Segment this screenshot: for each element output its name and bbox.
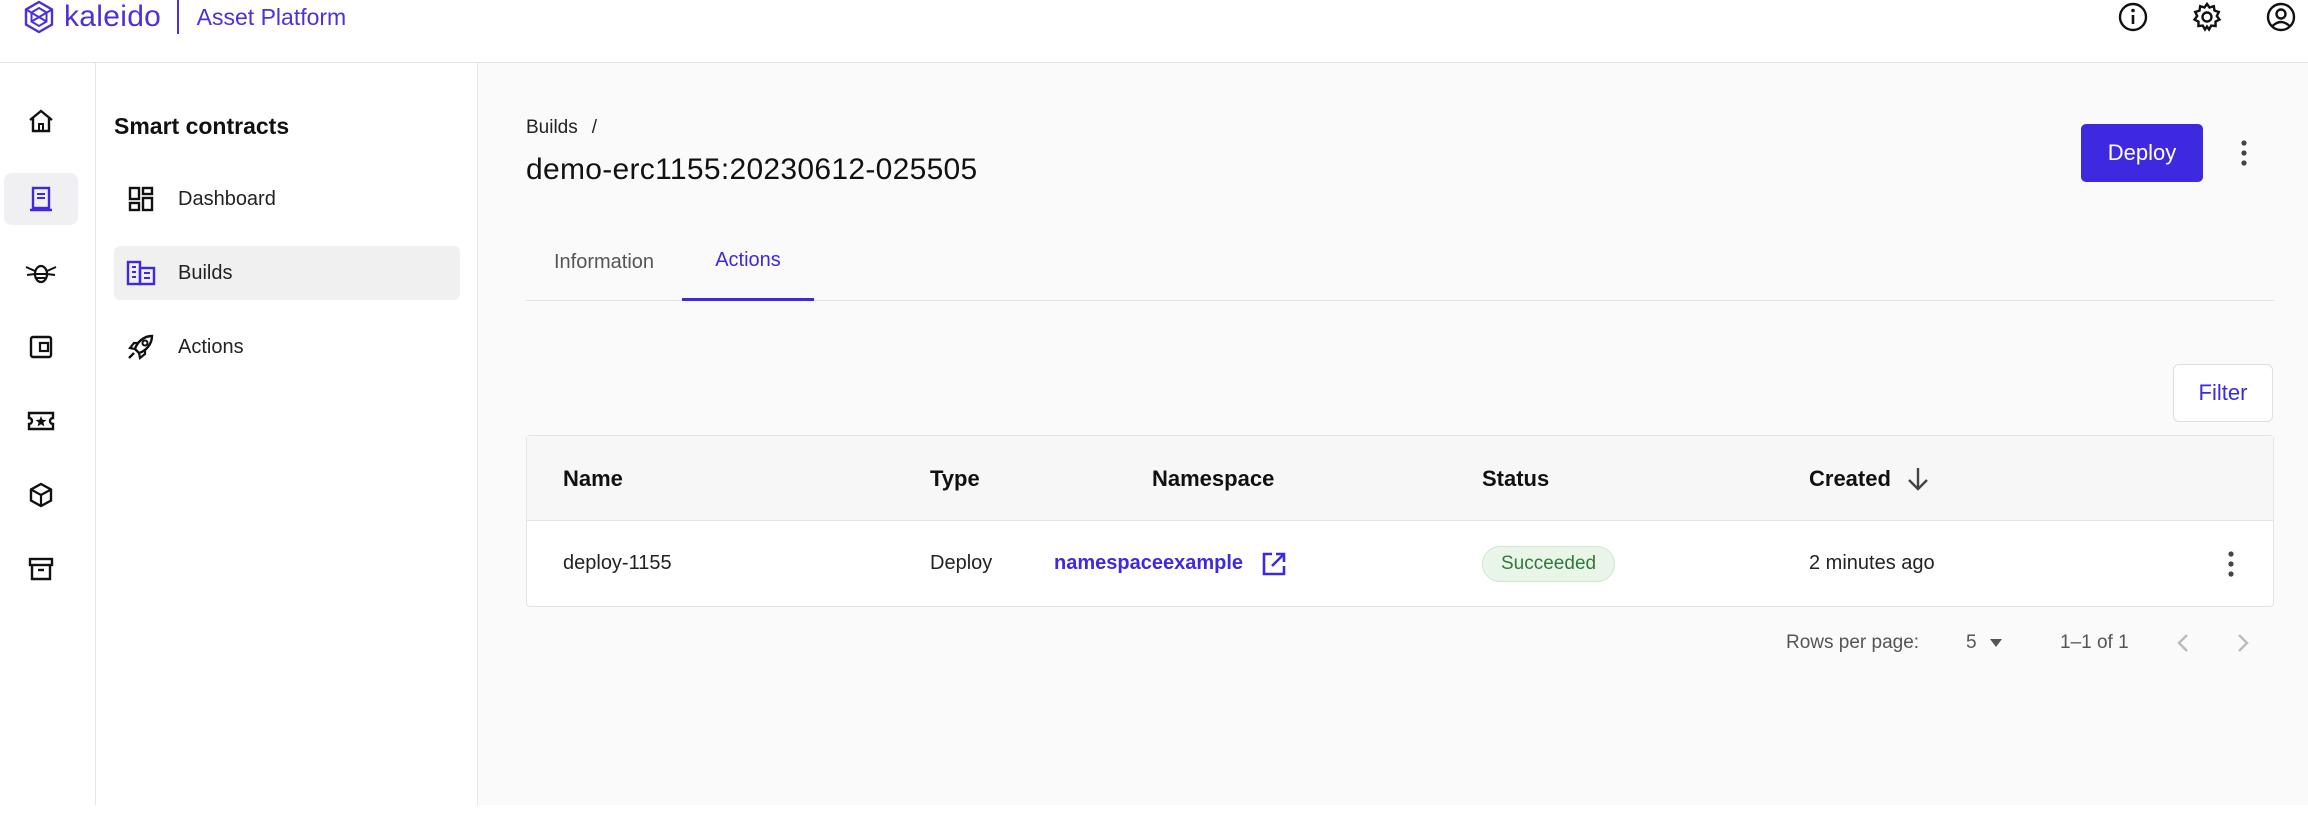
previous-page-button[interactable] xyxy=(2174,623,2194,663)
rail-tokens[interactable] xyxy=(4,395,78,447)
logo[interactable]: kaleido Asset Platform xyxy=(22,0,346,34)
actions-table: Name Type Namespace Status Created deplo… xyxy=(526,435,2274,607)
rows-per-page-label: Rows per page: xyxy=(1786,632,1920,653)
sort-descending-icon xyxy=(1908,467,1928,491)
cell-created: 2 minutes ago xyxy=(1809,552,1935,574)
column-header-created[interactable]: Created xyxy=(1809,436,1931,521)
rail-smart-contracts[interactable] xyxy=(4,173,78,225)
sidenav-title: Smart contracts xyxy=(114,113,290,139)
chevron-left-icon xyxy=(2177,634,2188,652)
info-icon[interactable] xyxy=(2116,0,2150,34)
chevron-right-icon xyxy=(2238,634,2249,652)
archive-icon xyxy=(28,557,54,581)
column-header-namespace[interactable]: Namespace xyxy=(1152,436,1274,521)
cell-status: Succeeded xyxy=(1482,521,1616,606)
rail-wallets[interactable] xyxy=(4,321,78,373)
kaleido-logo-icon xyxy=(24,0,54,34)
table-row[interactable]: deploy-1155 Deploy namespaceexample Succ… xyxy=(527,521,2273,606)
tab-actions[interactable]: Actions xyxy=(682,223,814,301)
breadcrumb: Builds / xyxy=(526,117,597,139)
external-link-icon[interactable] xyxy=(1259,549,1289,579)
column-header-name[interactable]: Name xyxy=(563,436,623,521)
rail-hive[interactable] xyxy=(4,247,78,299)
main-content: Builds / demo-erc1155:20230612-025505 De… xyxy=(478,63,2308,805)
deploy-button[interactable]: Deploy xyxy=(2081,124,2203,182)
next-page-button[interactable] xyxy=(2232,623,2252,663)
tabs: Information Actions xyxy=(526,223,2274,301)
sidenav-item-label: Dashboard xyxy=(178,187,276,210)
cell-type: Deploy xyxy=(930,552,993,574)
caret-down-icon xyxy=(1989,639,2002,647)
gear-icon[interactable] xyxy=(2190,0,2224,34)
sidenav-item-dashboard[interactable]: Dashboard xyxy=(114,172,460,226)
namespace-link[interactable]: namespaceexample xyxy=(1054,552,1243,575)
icon-rail xyxy=(0,63,96,805)
column-header-status[interactable]: Status xyxy=(1482,436,1549,521)
rocket-icon xyxy=(124,330,158,364)
wallet-icon xyxy=(29,335,53,359)
rail-blocks[interactable] xyxy=(4,469,78,521)
cube-icon xyxy=(29,482,53,508)
rail-archive[interactable] xyxy=(4,543,78,595)
sidenav-item-actions[interactable]: Actions xyxy=(114,320,460,374)
status-badge: Succeeded xyxy=(1482,545,1616,582)
pagination-range: 1–1 of 1 xyxy=(2060,632,2129,653)
breadcrumb-builds[interactable]: Builds xyxy=(526,117,578,139)
rows-per-page-value: 5 xyxy=(1966,632,1977,653)
tab-information[interactable]: Information xyxy=(526,223,682,301)
page-title: demo-erc1155:20230612-025505 xyxy=(526,153,978,186)
more-options-icon[interactable] xyxy=(2232,136,2256,170)
filter-button[interactable]: Filter xyxy=(2173,364,2273,422)
account-icon[interactable] xyxy=(2264,0,2298,34)
product-name: Asset Platform xyxy=(196,3,347,30)
cell-namespace: namespaceexample xyxy=(1054,521,1289,606)
sidenav-item-builds[interactable]: Builds xyxy=(114,246,460,300)
logo-text: kaleido xyxy=(64,0,162,33)
rail-home[interactable] xyxy=(4,95,78,147)
column-header-created-label: Created xyxy=(1809,465,1891,491)
rows-per-page-select[interactable]: 5 xyxy=(1966,623,2003,663)
sidenav-item-label: Builds xyxy=(178,261,233,284)
dashboard-icon xyxy=(124,182,158,216)
table-header: Name Type Namespace Status Created xyxy=(527,436,2273,521)
smart-contracts-nav: Smart contracts Dashboard Builds Actions xyxy=(96,63,478,805)
home-icon xyxy=(29,109,53,133)
breadcrumb-separator: / xyxy=(591,117,598,138)
column-header-type[interactable]: Type xyxy=(930,436,980,521)
row-more-options-icon[interactable] xyxy=(2227,521,2235,606)
builds-icon xyxy=(124,256,158,290)
cell-name: deploy-1155 xyxy=(563,552,672,574)
contract-icon xyxy=(30,186,52,212)
ticket-star-icon xyxy=(27,411,55,431)
bee-icon xyxy=(25,264,57,284)
logo-divider xyxy=(177,0,179,34)
sidenav-item-label: Actions xyxy=(178,335,244,358)
top-bar: kaleido Asset Platform xyxy=(0,0,2308,63)
